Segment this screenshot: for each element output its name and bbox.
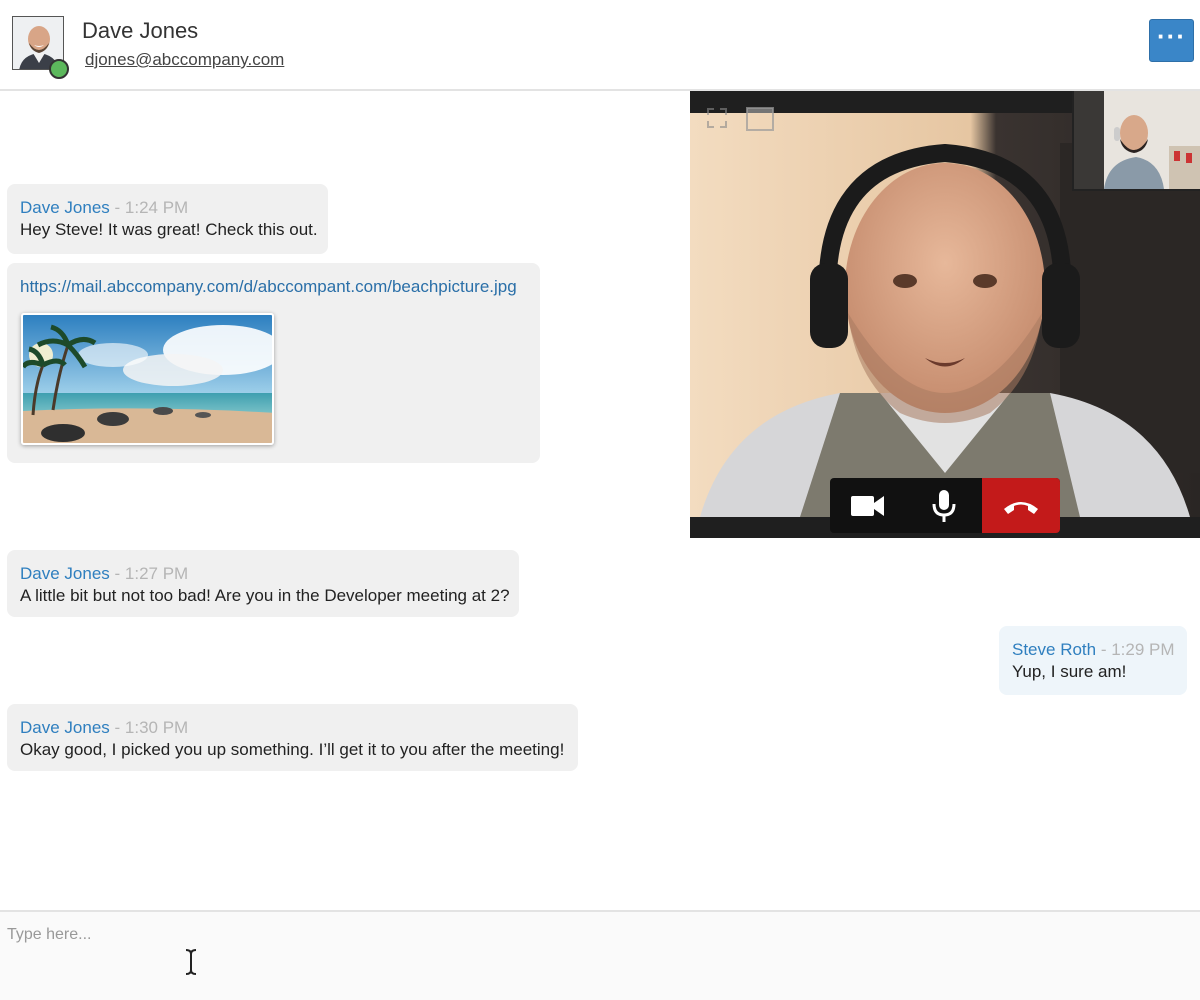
more-options-icon: ··· (1157, 20, 1186, 51)
message-bubble-attachment: https://mail.abccompany.com/d/abccompant… (7, 263, 540, 463)
microphone-icon (932, 489, 956, 522)
contact-email-link[interactable]: djones@abccompany.com (85, 50, 284, 70)
message-text: Okay good, I picked you up something. I’… (20, 740, 565, 759)
video-camera-icon (851, 495, 884, 516)
end-call-button[interactable] (982, 478, 1060, 533)
message-bubble-outgoing: Steve Roth - 1:29 PM Yup, I sure am! (999, 626, 1187, 695)
more-options-button[interactable]: ··· (1149, 19, 1194, 62)
fullscreen-icon[interactable] (706, 107, 728, 134)
message-bubble: Dave Jones - 1:27 PM A little bit but no… (7, 550, 519, 617)
text-cursor-icon (185, 949, 197, 975)
message-sender[interactable]: Dave Jones (20, 718, 110, 737)
message-time: - 1:24 PM (114, 198, 189, 217)
online-status-indicator (49, 59, 69, 79)
message-text: A little bit but not too bad! Are you in… (20, 586, 510, 605)
self-video-preview[interactable] (1072, 91, 1200, 191)
message-input[interactable] (0, 920, 1200, 996)
message-meta: Dave Jones - 1:27 PM (20, 564, 506, 584)
video-call-panel (690, 91, 1200, 538)
call-controls (830, 478, 1060, 533)
message-bubble: Dave Jones - 1:30 PM Okay good, I picked… (7, 704, 578, 771)
toggle-microphone-button[interactable] (906, 478, 982, 533)
message-sender[interactable]: Dave Jones (20, 564, 110, 583)
picture-in-picture-icon[interactable] (746, 107, 774, 136)
chat-header: Dave Jones djones@abccompany.com ··· (0, 0, 1200, 91)
message-meta: Steve Roth - 1:29 PM (1012, 640, 1175, 660)
message-time: - 1:29 PM (1100, 640, 1175, 659)
beach-image-thumbnail[interactable] (21, 313, 274, 445)
attachment-link[interactable]: https://mail.abccompany.com/d/abccompant… (20, 277, 527, 297)
end-call-icon (1004, 501, 1038, 514)
contact-name: Dave Jones (82, 18, 199, 43)
message-sender[interactable]: Steve Roth (1012, 640, 1096, 659)
message-text: Yup, I sure am! (1012, 662, 1127, 681)
message-time: - 1:27 PM (114, 564, 189, 583)
message-meta: Dave Jones - 1:30 PM (20, 718, 565, 738)
message-meta: Dave Jones - 1:24 PM (20, 198, 315, 218)
toggle-camera-button[interactable] (830, 478, 906, 533)
message-bubble: Dave Jones - 1:24 PM Hey Steve! It was g… (7, 184, 328, 254)
message-sender[interactable]: Dave Jones (20, 198, 110, 217)
message-composer (0, 910, 1200, 1000)
message-time: - 1:30 PM (114, 718, 189, 737)
message-text: Hey Steve! It was great! Check this out. (20, 220, 318, 239)
